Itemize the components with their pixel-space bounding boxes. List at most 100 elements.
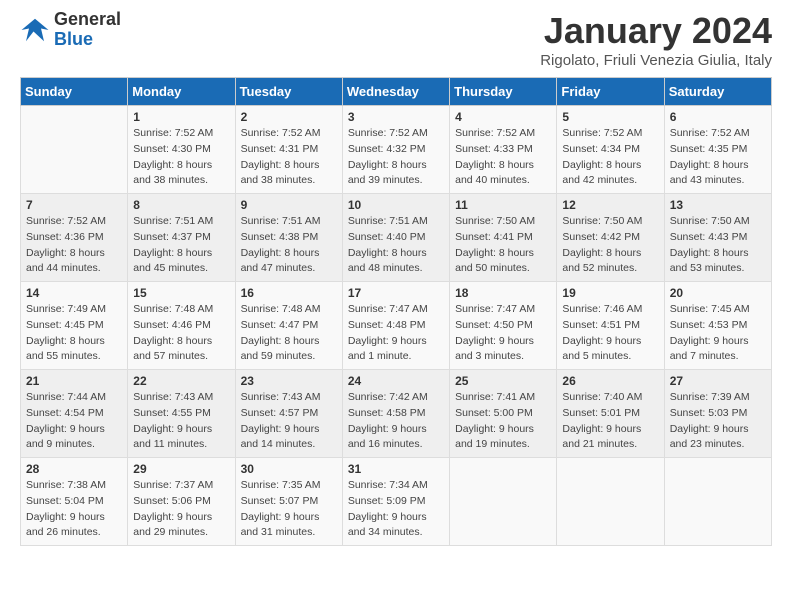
calendar-week-5: 28 Sunrise: 7:38 AM Sunset: 5:04 PM Dayl… bbox=[21, 458, 772, 546]
calendar-cell: 27 Sunrise: 7:39 AM Sunset: 5:03 PM Dayl… bbox=[664, 370, 771, 458]
calendar-cell bbox=[664, 458, 771, 546]
sunrise: Sunrise: 7:38 AM bbox=[26, 478, 122, 494]
sunset: Sunset: 5:09 PM bbox=[348, 494, 444, 510]
location-subtitle: Rigolato, Friuli Venezia Giulia, Italy bbox=[540, 52, 772, 69]
sunset: Sunset: 5:03 PM bbox=[670, 406, 766, 422]
day-info: Sunrise: 7:43 AM Sunset: 4:57 PM Dayligh… bbox=[241, 390, 337, 453]
sunset: Sunset: 4:32 PM bbox=[348, 142, 444, 158]
day-info: Sunrise: 7:42 AM Sunset: 4:58 PM Dayligh… bbox=[348, 390, 444, 453]
day-info: Sunrise: 7:52 AM Sunset: 4:34 PM Dayligh… bbox=[562, 126, 658, 189]
day-number: 5 bbox=[562, 110, 658, 124]
sunrise: Sunrise: 7:43 AM bbox=[133, 390, 229, 406]
logo-blue: Blue bbox=[54, 30, 121, 50]
day-number: 17 bbox=[348, 286, 444, 300]
sunset: Sunset: 4:51 PM bbox=[562, 318, 658, 334]
daylight: Daylight: 8 hours and 47 minutes. bbox=[241, 246, 337, 278]
sunrise: Sunrise: 7:51 AM bbox=[241, 214, 337, 230]
calendar-cell bbox=[557, 458, 664, 546]
day-info: Sunrise: 7:43 AM Sunset: 4:55 PM Dayligh… bbox=[133, 390, 229, 453]
calendar-cell: 11 Sunrise: 7:50 AM Sunset: 4:41 PM Dayl… bbox=[450, 194, 557, 282]
daylight: Daylight: 9 hours and 7 minutes. bbox=[670, 334, 766, 366]
calendar-cell: 10 Sunrise: 7:51 AM Sunset: 4:40 PM Dayl… bbox=[342, 194, 449, 282]
calendar-cell: 14 Sunrise: 7:49 AM Sunset: 4:45 PM Dayl… bbox=[21, 282, 128, 370]
calendar-cell: 9 Sunrise: 7:51 AM Sunset: 4:38 PM Dayli… bbox=[235, 194, 342, 282]
title-block: January 2024 Rigolato, Friuli Venezia Gi… bbox=[540, 10, 772, 69]
page-header: General Blue January 2024 Rigolato, Friu… bbox=[20, 10, 772, 69]
day-info: Sunrise: 7:41 AM Sunset: 5:00 PM Dayligh… bbox=[455, 390, 551, 453]
sunrise: Sunrise: 7:52 AM bbox=[26, 214, 122, 230]
day-number: 13 bbox=[670, 198, 766, 212]
day-info: Sunrise: 7:51 AM Sunset: 4:37 PM Dayligh… bbox=[133, 214, 229, 277]
col-friday: Friday bbox=[557, 78, 664, 106]
daylight: Daylight: 9 hours and 3 minutes. bbox=[455, 334, 551, 366]
day-number: 3 bbox=[348, 110, 444, 124]
day-info: Sunrise: 7:44 AM Sunset: 4:54 PM Dayligh… bbox=[26, 390, 122, 453]
day-info: Sunrise: 7:48 AM Sunset: 4:46 PM Dayligh… bbox=[133, 302, 229, 365]
sunset: Sunset: 4:38 PM bbox=[241, 230, 337, 246]
sunrise: Sunrise: 7:52 AM bbox=[562, 126, 658, 142]
month-title: January 2024 bbox=[540, 10, 772, 52]
sunrise: Sunrise: 7:48 AM bbox=[241, 302, 337, 318]
daylight: Daylight: 9 hours and 23 minutes. bbox=[670, 422, 766, 454]
day-info: Sunrise: 7:45 AM Sunset: 4:53 PM Dayligh… bbox=[670, 302, 766, 365]
col-monday: Monday bbox=[128, 78, 235, 106]
sunrise: Sunrise: 7:50 AM bbox=[455, 214, 551, 230]
sunset: Sunset: 4:54 PM bbox=[26, 406, 122, 422]
sunrise: Sunrise: 7:40 AM bbox=[562, 390, 658, 406]
sunrise: Sunrise: 7:44 AM bbox=[26, 390, 122, 406]
day-number: 16 bbox=[241, 286, 337, 300]
day-number: 15 bbox=[133, 286, 229, 300]
daylight: Daylight: 8 hours and 42 minutes. bbox=[562, 158, 658, 190]
day-info: Sunrise: 7:35 AM Sunset: 5:07 PM Dayligh… bbox=[241, 478, 337, 541]
day-number: 9 bbox=[241, 198, 337, 212]
sunset: Sunset: 4:36 PM bbox=[26, 230, 122, 246]
day-number: 14 bbox=[26, 286, 122, 300]
sunset: Sunset: 4:34 PM bbox=[562, 142, 658, 158]
logo-text: General Blue bbox=[54, 10, 121, 50]
sunset: Sunset: 4:37 PM bbox=[133, 230, 229, 246]
day-info: Sunrise: 7:50 AM Sunset: 4:43 PM Dayligh… bbox=[670, 214, 766, 277]
daylight: Daylight: 8 hours and 43 minutes. bbox=[670, 158, 766, 190]
calendar-week-1: 1 Sunrise: 7:52 AM Sunset: 4:30 PM Dayli… bbox=[21, 106, 772, 194]
day-number: 18 bbox=[455, 286, 551, 300]
day-number: 1 bbox=[133, 110, 229, 124]
calendar-cell: 4 Sunrise: 7:52 AM Sunset: 4:33 PM Dayli… bbox=[450, 106, 557, 194]
day-info: Sunrise: 7:52 AM Sunset: 4:31 PM Dayligh… bbox=[241, 126, 337, 189]
day-info: Sunrise: 7:37 AM Sunset: 5:06 PM Dayligh… bbox=[133, 478, 229, 541]
day-info: Sunrise: 7:52 AM Sunset: 4:36 PM Dayligh… bbox=[26, 214, 122, 277]
day-info: Sunrise: 7:52 AM Sunset: 4:35 PM Dayligh… bbox=[670, 126, 766, 189]
sunrise: Sunrise: 7:51 AM bbox=[348, 214, 444, 230]
calendar-cell: 29 Sunrise: 7:37 AM Sunset: 5:06 PM Dayl… bbox=[128, 458, 235, 546]
sunset: Sunset: 4:48 PM bbox=[348, 318, 444, 334]
daylight: Daylight: 9 hours and 5 minutes. bbox=[562, 334, 658, 366]
day-number: 10 bbox=[348, 198, 444, 212]
day-info: Sunrise: 7:49 AM Sunset: 4:45 PM Dayligh… bbox=[26, 302, 122, 365]
day-info: Sunrise: 7:52 AM Sunset: 4:32 PM Dayligh… bbox=[348, 126, 444, 189]
day-number: 26 bbox=[562, 374, 658, 388]
day-number: 27 bbox=[670, 374, 766, 388]
sunrise: Sunrise: 7:52 AM bbox=[455, 126, 551, 142]
logo: General Blue bbox=[20, 10, 121, 50]
calendar-cell: 30 Sunrise: 7:35 AM Sunset: 5:07 PM Dayl… bbox=[235, 458, 342, 546]
day-info: Sunrise: 7:40 AM Sunset: 5:01 PM Dayligh… bbox=[562, 390, 658, 453]
daylight: Daylight: 9 hours and 21 minutes. bbox=[562, 422, 658, 454]
daylight: Daylight: 9 hours and 1 minute. bbox=[348, 334, 444, 366]
calendar-week-2: 7 Sunrise: 7:52 AM Sunset: 4:36 PM Dayli… bbox=[21, 194, 772, 282]
sunset: Sunset: 4:57 PM bbox=[241, 406, 337, 422]
sunset: Sunset: 4:40 PM bbox=[348, 230, 444, 246]
sunrise: Sunrise: 7:49 AM bbox=[26, 302, 122, 318]
sunset: Sunset: 4:33 PM bbox=[455, 142, 551, 158]
calendar-cell bbox=[21, 106, 128, 194]
calendar-cell: 5 Sunrise: 7:52 AM Sunset: 4:34 PM Dayli… bbox=[557, 106, 664, 194]
daylight: Daylight: 8 hours and 48 minutes. bbox=[348, 246, 444, 278]
sunrise: Sunrise: 7:34 AM bbox=[348, 478, 444, 494]
day-info: Sunrise: 7:47 AM Sunset: 4:48 PM Dayligh… bbox=[348, 302, 444, 365]
daylight: Daylight: 8 hours and 55 minutes. bbox=[26, 334, 122, 366]
sunrise: Sunrise: 7:46 AM bbox=[562, 302, 658, 318]
day-info: Sunrise: 7:47 AM Sunset: 4:50 PM Dayligh… bbox=[455, 302, 551, 365]
sunrise: Sunrise: 7:50 AM bbox=[562, 214, 658, 230]
calendar-cell: 12 Sunrise: 7:50 AM Sunset: 4:42 PM Dayl… bbox=[557, 194, 664, 282]
calendar-cell: 3 Sunrise: 7:52 AM Sunset: 4:32 PM Dayli… bbox=[342, 106, 449, 194]
calendar-cell bbox=[450, 458, 557, 546]
sunset: Sunset: 4:58 PM bbox=[348, 406, 444, 422]
